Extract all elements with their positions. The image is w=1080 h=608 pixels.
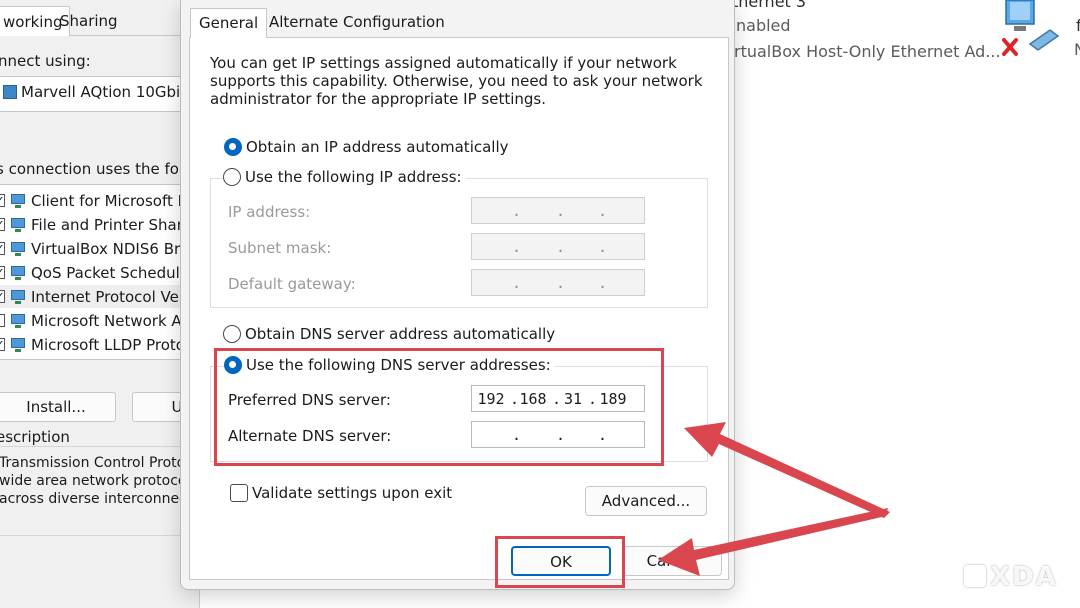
annotation-arrows (658, 422, 890, 576)
watermark-text: XDA (990, 562, 1058, 592)
xda-watermark-logo: XDA (964, 562, 1058, 592)
arrow-to-ok-button (658, 508, 888, 576)
xda-logo-icon (964, 565, 986, 587)
arrow-to-dns-box (684, 422, 890, 518)
